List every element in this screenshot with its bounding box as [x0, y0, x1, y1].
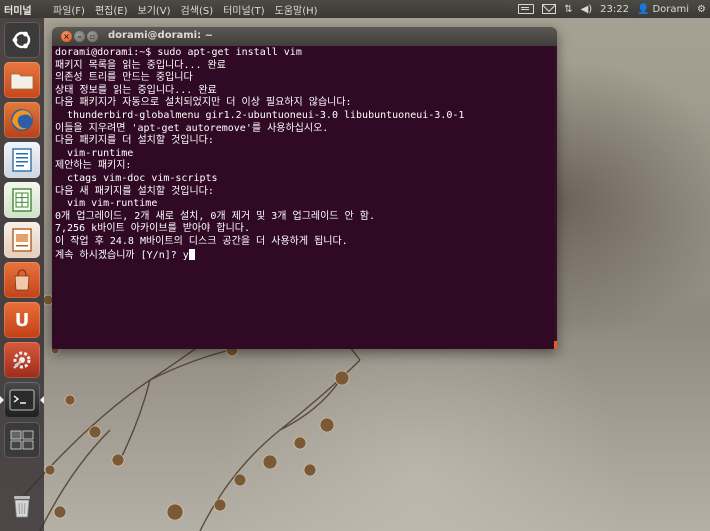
top-panel: 터미널 파일(F) 편집(E) 보기(V) 검색(S) 터미널(T) 도움말(H… — [0, 0, 710, 18]
firefox-icon — [11, 109, 33, 131]
text-cursor — [188, 248, 195, 260]
menu-terminal[interactable]: 터미널(T) — [218, 2, 270, 17]
launcher-workspace-switcher[interactable] — [4, 422, 40, 458]
ubuntu-one-icon: U — [14, 309, 30, 331]
terminal-line: vim vim-runtime — [55, 198, 158, 210]
terminal-window[interactable]: × – ▫ dorami@dorami: ~ dorami@dorami:~$ … — [52, 27, 557, 349]
terminal-icon — [9, 389, 35, 411]
menu-help[interactable]: 도움말(H) — [270, 2, 323, 17]
terminal-line: dorami@dorami:~$ sudo apt-get install vi… — [55, 47, 302, 58]
menu-file[interactable]: 파일(F) — [48, 2, 90, 17]
ubuntu-logo-icon — [12, 31, 31, 49]
launcher-terminal[interactable] — [4, 382, 40, 418]
menu-edit[interactable]: 편집(E) — [90, 2, 133, 17]
terminal-line: 다음 패키지를 더 설치할 것입니다: — [55, 135, 214, 147]
terminal-prompt-line: 계속 하시겠습니까 [Y/n]? y — [55, 248, 557, 262]
window-title: dorami@dorami: ~ — [108, 30, 213, 41]
terminal-line: 의존성 트리를 만드는 중입니다 — [55, 72, 193, 84]
terminal-line: thunderbird-globalmenu gir1.2-ubuntuoneu… — [55, 109, 465, 121]
terminal-output[interactable]: dorami@dorami:~$ sudo apt-get install vi… — [52, 46, 557, 349]
mail-icon[interactable] — [542, 4, 557, 14]
launcher-firefox[interactable] — [4, 102, 40, 138]
launcher-system-settings[interactable] — [4, 342, 40, 378]
maximize-button[interactable]: ▫ — [87, 31, 98, 42]
menu-search[interactable]: 검색(S) — [176, 2, 219, 17]
terminal-titlebar[interactable]: × – ▫ dorami@dorami: ~ — [52, 27, 557, 46]
terminal-line: 패키지 목록을 읽는 중입니다... 완료 — [55, 59, 226, 71]
terminal-line: 제안하는 패키지: — [55, 160, 132, 172]
launcher-writer[interactable] — [4, 142, 40, 178]
scroll-indicator[interactable] — [554, 341, 557, 349]
launcher-software-center[interactable] — [4, 262, 40, 298]
launcher-dash-home[interactable] — [4, 22, 40, 58]
user-menu[interactable]: 👤 Dorami — [637, 4, 689, 15]
workspace-icon — [10, 430, 34, 450]
launcher: U — [0, 18, 44, 531]
writer-icon — [12, 148, 32, 172]
menu-view[interactable]: 보기(V) — [133, 2, 176, 17]
launcher-ubuntu-one[interactable]: U — [4, 302, 40, 338]
volume-icon[interactable]: ◀) — [581, 4, 593, 15]
terminal-line: ctags vim-doc vim-scripts — [55, 172, 218, 184]
terminal-line: 상태 정보를 읽는 중입니다... 완료 — [55, 84, 217, 96]
minimize-button[interactable]: – — [74, 31, 85, 42]
terminal-line: vim-runtime — [55, 147, 134, 159]
trash-icon — [14, 496, 30, 518]
user-icon: 👤 — [637, 3, 650, 15]
calc-icon — [12, 188, 32, 212]
folder-icon — [10, 73, 34, 90]
terminal-line: 0개 업그레이드, 2개 새로 설치, 0개 제거 및 3개 업그레이드 안 함… — [55, 210, 375, 222]
indicator-area: ⇅ ◀) 23:22 👤 Dorami ⚙ — [518, 0, 710, 18]
scrollbar[interactable] — [554, 46, 557, 349]
launcher-calc[interactable] — [4, 182, 40, 218]
terminal-line-text: 계속 하시겠습니까 [Y/n]? y — [55, 249, 189, 261]
user-name: Dorami — [652, 3, 690, 15]
active-app-title: 터미널 — [4, 5, 32, 17]
impress-icon — [12, 228, 32, 252]
launcher-impress[interactable] — [4, 222, 40, 258]
terminal-line: 7,256 k바이트 아카이브를 받아야 합니다. — [55, 223, 251, 235]
menu-bar: 파일(F) 편집(E) 보기(V) 검색(S) 터미널(T) 도움말(H) — [48, 2, 323, 17]
keyboard-icon[interactable] — [518, 4, 535, 14]
close-button[interactable]: × — [61, 31, 72, 42]
terminal-line: 다음 패키지가 자동으로 설치되었지만 더 이상 필요하지 않습니다: — [55, 97, 352, 109]
launcher-trash[interactable] — [4, 488, 40, 524]
launcher-files[interactable] — [4, 62, 40, 98]
gear-icon[interactable]: ⚙ — [697, 4, 706, 15]
terminal-line: 이 작업 후 24.8 M바이트의 디스크 공간을 더 사용하게 됩니다. — [55, 235, 348, 247]
settings-icon — [13, 351, 31, 369]
focused-indicator — [40, 396, 44, 404]
clock[interactable]: 23:22 — [600, 4, 629, 15]
shopping-bag-icon — [14, 269, 30, 291]
network-icon[interactable]: ⇅ — [564, 4, 572, 15]
terminal-line: 다음 새 패키지를 설치할 것입니다: — [55, 185, 214, 197]
terminal-line: 이들을 지우려면 'apt-get autoremove'를 사용하십시오. — [55, 122, 329, 134]
